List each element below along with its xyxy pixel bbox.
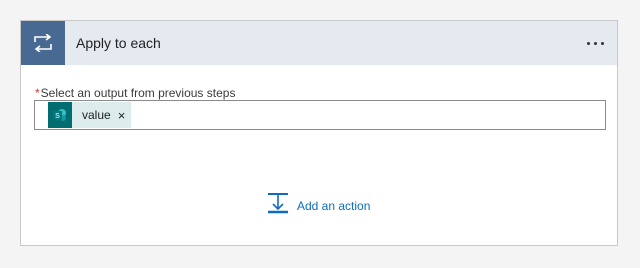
add-action-icon [267, 192, 289, 219]
required-marker: * [35, 86, 40, 100]
token-remove-button[interactable]: × [118, 109, 126, 122]
card-title: Apply to each [76, 35, 161, 51]
more-options-icon[interactable] [581, 31, 609, 55]
loop-icon [21, 21, 65, 65]
card-header[interactable]: Apply to each [21, 21, 617, 65]
sharepoint-icon: S [48, 102, 72, 128]
dynamic-content-token[interactable]: S value × [48, 102, 132, 128]
token-label: value [82, 108, 111, 122]
apply-to-each-card: Apply to each *Select an output from pre… [20, 20, 618, 246]
svg-text:S: S [55, 113, 60, 120]
field-label: *Select an output from previous steps [35, 86, 235, 100]
add-action-button[interactable]: Add an action [267, 192, 370, 219]
field-label-text: Select an output from previous steps [40, 86, 236, 100]
add-action-label: Add an action [297, 198, 371, 213]
output-select-input[interactable]: S value × [34, 100, 606, 130]
